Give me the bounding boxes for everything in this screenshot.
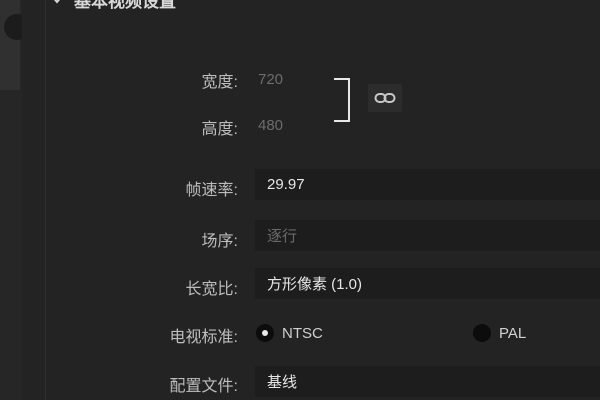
profile-field[interactable]: 基线 xyxy=(255,366,600,397)
tv-standard-label: 电视标准: xyxy=(169,329,238,346)
link-dimensions-button[interactable] xyxy=(368,84,402,112)
aspect-ratio-label: 长宽比: xyxy=(185,281,238,298)
radio-ntsc[interactable]: NTSC xyxy=(256,322,323,344)
section-header[interactable]: 基本视频设置 xyxy=(50,0,176,11)
width-value[interactable]: 720 xyxy=(258,71,283,88)
aspect-ratio-field[interactable]: 方形像素 (1.0) xyxy=(255,268,600,299)
radio-ntsc-label: NTSC xyxy=(282,324,323,342)
dimension-link-bracket xyxy=(334,78,350,122)
field-order-label: 场序: xyxy=(201,233,238,250)
left-panel-block xyxy=(0,0,30,90)
radio-ntsc-indicator[interactable] xyxy=(256,324,274,342)
radio-pal[interactable]: PAL xyxy=(473,322,526,344)
profile-label: 配置文件: xyxy=(169,378,238,395)
width-label: 宽度: xyxy=(201,74,238,91)
radio-pal-label: PAL xyxy=(499,324,527,342)
link-icon xyxy=(374,93,396,103)
height-value[interactable]: 480 xyxy=(258,117,283,134)
height-label: 高度: xyxy=(201,121,238,138)
panel-divider xyxy=(45,0,46,400)
radio-pal-indicator[interactable] xyxy=(473,324,491,342)
frame-rate-label: 帧速率: xyxy=(185,182,238,199)
field-order-field[interactable]: 逐行 xyxy=(255,220,600,251)
frame-rate-field[interactable]: 29.97 xyxy=(255,169,600,200)
section-title: 基本视频设置 xyxy=(74,0,176,11)
left-panel-strip xyxy=(0,0,30,400)
chevron-down-icon[interactable] xyxy=(50,0,64,6)
